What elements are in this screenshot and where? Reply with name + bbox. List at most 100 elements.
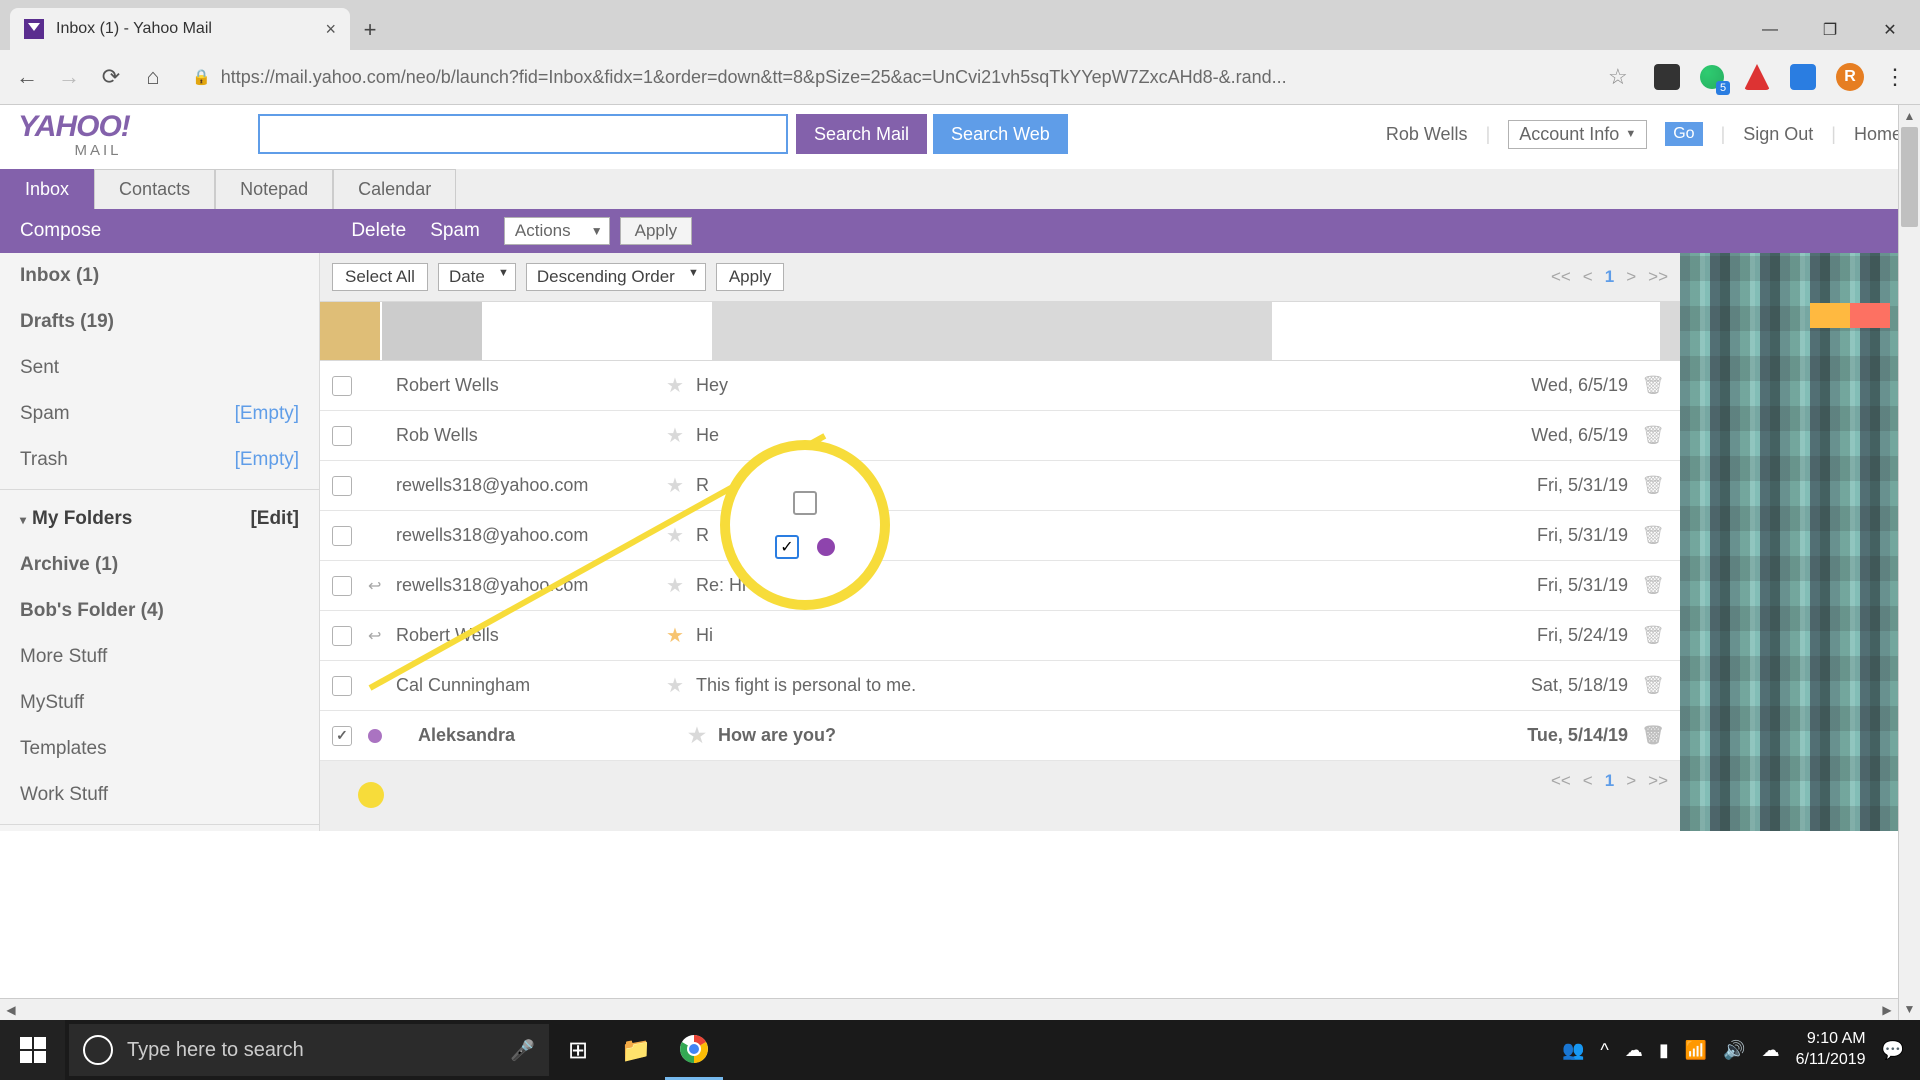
people-icon[interactable]: 👥 [1562,1040,1584,1061]
tab-notepad[interactable]: Notepad [215,169,333,209]
spam-button[interactable]: Spam [430,220,480,242]
home-link[interactable]: Home [1854,124,1902,145]
mail-row[interactable]: Aleksandra★How are you?Tue, 5/14/19🗑 [320,711,1680,761]
actions-dropdown[interactable]: Actions [504,217,610,245]
browser-menu-icon[interactable]: ⋮ [1884,64,1906,90]
scroll-left-icon[interactable]: ◀ [0,999,22,1020]
empty-spam-link[interactable]: [Empty] [235,403,299,425]
pager-prev-icon[interactable]: < [1583,771,1593,791]
close-tab-icon[interactable]: × [325,19,336,40]
pager-next-icon[interactable]: > [1626,771,1636,791]
trash-icon[interactable]: 🗑 [1638,425,1668,446]
new-tab-button[interactable]: + [350,10,390,50]
star-icon[interactable]: ★ [666,623,696,648]
start-button[interactable] [0,1020,65,1080]
horizontal-scrollbar[interactable]: ◀ ▶ [0,998,1898,1020]
extension-icon-2[interactable] [1700,65,1724,89]
mail-row[interactable]: Cal Cunningham★This fight is personal to… [320,661,1680,711]
sidebar-bobs-folder[interactable]: Bob's Folder (4) [0,588,319,634]
extension-icon-1[interactable] [1654,64,1680,90]
pager-last-icon[interactable]: >> [1648,771,1668,791]
tab-contacts[interactable]: Contacts [94,169,215,209]
delete-button[interactable]: Delete [351,220,406,242]
sidebar-archive[interactable]: Archive (1) [0,542,319,588]
trash-icon[interactable]: 🗑 [1638,725,1668,746]
sort-field-dropdown[interactable]: Date [438,263,516,291]
my-folders-heading[interactable]: ▾My Folders[Edit] [0,496,319,542]
mail-row[interactable]: Robert Wells★HeyWed, 6/5/19🗑 [320,361,1680,411]
mail-row[interactable]: rewells318@yahoo.com★RFri, 5/31/19🗑 [320,511,1680,561]
sort-order-dropdown[interactable]: Descending Order [526,263,706,291]
sidebar-work-stuff[interactable]: Work Stuff [0,772,319,818]
sidebar-more-stuff[interactable]: More Stuff [0,634,319,680]
tab-calendar[interactable]: Calendar [333,169,456,209]
scroll-right-icon[interactable]: ▶ [1876,999,1898,1020]
apply-button[interactable]: Apply [620,217,693,245]
mail-row[interactable]: ↩Robert Wells★HiFri, 5/24/19🗑 [320,611,1680,661]
trash-icon[interactable]: 🗑 [1638,475,1668,496]
sidebar-spam[interactable]: Spam[Empty] [0,391,319,437]
star-icon[interactable]: ★ [666,523,696,548]
close-window-icon[interactable]: ✕ [1860,10,1920,50]
sign-out-link[interactable]: Sign Out [1743,124,1813,145]
reload-icon[interactable]: ⟳ [98,64,124,90]
star-icon[interactable]: ★ [666,673,696,698]
cortana-search[interactable]: Type here to search 🎤 [69,1024,549,1076]
select-all-button[interactable]: Select All [332,263,428,291]
tab-inbox[interactable]: Inbox [0,169,94,209]
row-checkbox[interactable] [332,576,352,596]
row-checkbox[interactable] [332,426,352,446]
pager-prev-icon[interactable]: < [1583,267,1593,287]
browser-tab[interactable]: Inbox (1) - Yahoo Mail × [10,8,350,50]
go-button[interactable]: Go [1665,122,1702,146]
back-icon[interactable]: ← [14,64,40,90]
row-checkbox[interactable] [332,526,352,546]
account-info-dropdown[interactable]: Account Info▼ [1508,120,1647,149]
cloud-icon[interactable]: ☁ [1762,1040,1780,1061]
star-icon[interactable]: ★ [666,573,696,598]
search-mail-button[interactable]: Search Mail [796,114,927,154]
sidebar-drafts[interactable]: Drafts (19) [0,299,319,345]
row-checkbox[interactable] [332,726,352,746]
chrome-icon[interactable] [665,1020,723,1080]
pager-first-icon[interactable]: << [1551,771,1571,791]
tray-chevron-icon[interactable]: ^ [1600,1040,1608,1061]
volume-icon[interactable]: 🔊 [1723,1040,1745,1061]
profile-avatar[interactable]: R [1836,63,1864,91]
apply-sort-button[interactable]: Apply [716,263,785,291]
system-clock[interactable]: 9:10 AM 6/11/2019 [1796,1029,1866,1071]
pager-next-icon[interactable]: > [1626,267,1636,287]
search-web-button[interactable]: Search Web [933,114,1068,154]
ad-banner[interactable] [320,301,1680,361]
compose-button[interactable]: Compose [20,220,101,242]
sidebar-templates[interactable]: Templates [0,726,319,772]
vertical-scrollbar[interactable]: ▲ ▼ [1898,105,1920,1020]
extension-icon-4[interactable] [1790,64,1816,90]
file-explorer-icon[interactable]: 📁 [607,1020,665,1080]
maximize-icon[interactable]: ❐ [1800,10,1860,50]
star-icon[interactable]: ★ [688,723,718,748]
trash-icon[interactable]: 🗑 [1638,625,1668,646]
row-checkbox[interactable] [332,476,352,496]
forward-icon[interactable]: → [56,64,82,90]
mic-icon[interactable]: 🎤 [510,1038,535,1063]
onedrive-icon[interactable]: ☁ [1625,1040,1643,1061]
star-icon[interactable]: ★ [666,373,696,398]
yahoo-logo[interactable]: YAHOO! MAIL [18,110,178,159]
row-checkbox[interactable] [332,676,352,696]
sidebar-trash[interactable]: Trash[Empty] [0,437,319,483]
wifi-icon[interactable]: 📶 [1685,1040,1707,1061]
sidebar-mystuff[interactable]: MyStuff [0,680,319,726]
empty-trash-link[interactable]: [Empty] [235,449,299,471]
pager-first-icon[interactable]: << [1551,267,1571,287]
row-checkbox[interactable] [332,376,352,396]
mail-row[interactable]: rewells318@yahoo.com★RFri, 5/31/19🗑 [320,461,1680,511]
trash-icon[interactable]: 🗑 [1638,575,1668,596]
edit-folders-link[interactable]: [Edit] [250,508,299,530]
trash-icon[interactable]: 🗑 [1638,375,1668,396]
mail-row[interactable]: Rob Wells★HeWed, 6/5/19🗑 [320,411,1680,461]
row-checkbox[interactable] [332,626,352,646]
pager-last-icon[interactable]: >> [1648,267,1668,287]
notifications-icon[interactable]: 💬 [1882,1040,1904,1061]
address-bar[interactable]: 🔒 https://mail.yahoo.com/neo/b/launch?fi… [182,57,1592,97]
